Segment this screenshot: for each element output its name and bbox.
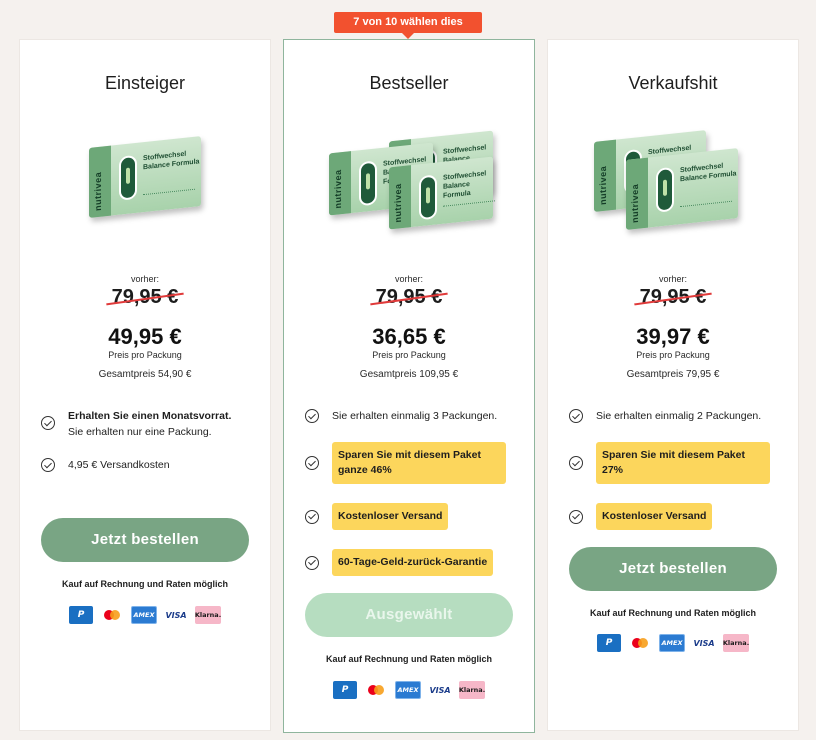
- current-price: 39,97 €: [636, 324, 710, 349]
- amex-icon: AMEX: [131, 606, 157, 624]
- price-per-pack: Preis pro Packung: [636, 350, 710, 360]
- feature-item: Sie erhalten einmalig 3 Packungen.: [305, 408, 497, 424]
- feature-item-highlight: 60-Tage-Geld-zurück-Garantie: [305, 549, 494, 576]
- payment-methods: P AMEX VISA Klarna.: [333, 681, 485, 699]
- check-circle-icon: [305, 509, 319, 524]
- check-circle-icon: [569, 409, 583, 423]
- product-image: nutrivea Stoffwechsel Balance Formula: [75, 126, 215, 246]
- payment-methods: P AMEX VISA Klarna.: [69, 606, 221, 624]
- paypal-icon: P: [333, 681, 357, 699]
- plan-title: Verkaufshit: [628, 73, 718, 93]
- check-circle-icon: [305, 409, 319, 423]
- plan-card-bestseller: Bestseller nutrivea Stoffwechsel Balance…: [283, 39, 535, 733]
- payment-methods: P AMEX VISA Klarna.: [597, 634, 749, 652]
- amex-icon: AMEX: [395, 681, 421, 699]
- total-price: Gesamtpreis 54,90 €: [98, 369, 192, 380]
- price-per-pack: Preis pro Packung: [108, 350, 182, 360]
- feature-item-highlight: Sparen Sie mit diesem Paket ganze 46%: [305, 442, 506, 484]
- product-image: nutrivea Stoffwechsel Balance Formula nu…: [588, 126, 758, 246]
- current-price: 36,65 €: [372, 324, 446, 349]
- order-button[interactable]: Jetzt bestellen: [41, 518, 249, 562]
- mastercard-icon: [99, 606, 125, 624]
- current-price: 49,95 €: [108, 324, 182, 349]
- order-button[interactable]: Jetzt bestellen: [569, 547, 777, 591]
- klarna-icon: Klarna.: [723, 634, 749, 652]
- total-price: Gesamtpreis 79,95 €: [626, 369, 720, 380]
- feature-item: Erhalten Sie einen Monatsvorrat. Sie erha…: [41, 408, 231, 440]
- feature-item-highlight: Sparen Sie mit diesem Paket 27%: [569, 442, 770, 484]
- paypal-icon: P: [597, 634, 621, 652]
- feature-item: 4,95 € Versandkosten: [41, 457, 170, 473]
- feature-item-highlight: Kostenloser Versand: [305, 503, 449, 530]
- klarna-icon: Klarna.: [459, 681, 485, 699]
- feature-item-highlight: Kostenloser Versand: [569, 503, 713, 530]
- payment-note: Kauf auf Rechnung und Raten möglich: [326, 654, 492, 664]
- klarna-icon: Klarna.: [195, 606, 221, 624]
- payment-note: Kauf auf Rechnung und Raten möglich: [590, 608, 756, 618]
- paypal-icon: P: [69, 606, 93, 624]
- check-circle-icon: [305, 456, 319, 470]
- mastercard-icon: [627, 634, 653, 652]
- check-circle-icon: [569, 456, 583, 470]
- check-circle-icon: [41, 458, 55, 472]
- total-price: Gesamtpreis 109,95 €: [359, 369, 459, 380]
- was-label: vorher:: [130, 274, 159, 284]
- check-circle-icon: [41, 416, 55, 430]
- plan-title: Einsteiger: [104, 73, 186, 93]
- visa-icon: VISA: [427, 681, 453, 699]
- mastercard-icon: [363, 681, 389, 699]
- check-circle-icon: [305, 555, 319, 570]
- plan-card-einsteiger: Einsteiger nutrivea Stoffwechsel Balance…: [19, 39, 271, 731]
- plan-title: Bestseller: [369, 73, 449, 93]
- amex-icon: AMEX: [659, 634, 685, 652]
- selected-button[interactable]: Ausgewählt: [305, 593, 513, 637]
- was-label: vorher:: [394, 274, 423, 284]
- visa-icon: VISA: [691, 634, 717, 652]
- check-circle-icon: [569, 509, 583, 524]
- price-per-pack: Preis pro Packung: [372, 350, 446, 360]
- plan-card-verkaufshit: Verkaufshit nutrivea Stoffwechsel Balanc…: [547, 39, 799, 731]
- bestseller-badge: 7 von 10 wählen dies: [334, 12, 482, 39]
- was-label: vorher:: [658, 274, 687, 284]
- product-image: nutrivea Stoffwechsel Balance Formula nu…: [309, 126, 509, 246]
- payment-note: Kauf auf Rechnung und Raten möglich: [62, 579, 228, 589]
- feature-item: Sie erhalten einmalig 2 Packungen.: [569, 408, 761, 424]
- visa-icon: VISA: [163, 606, 189, 624]
